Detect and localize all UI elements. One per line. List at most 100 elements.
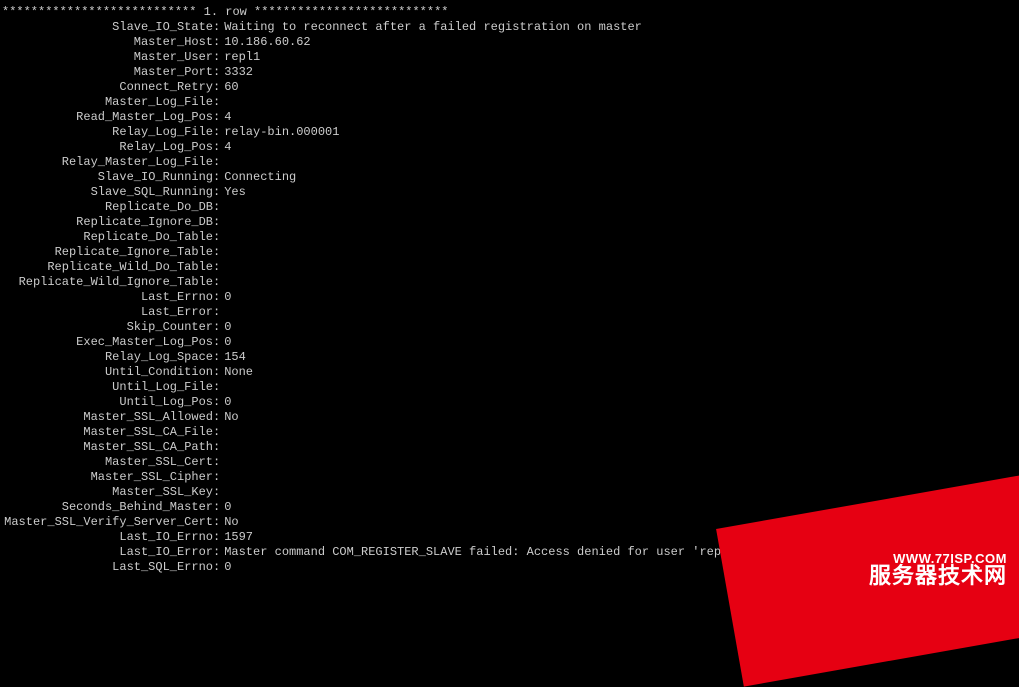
field-value: Waiting to reconnect after a failed regi… xyxy=(220,20,642,34)
field-value: repl1 xyxy=(220,50,260,64)
field-value: 4 xyxy=(220,140,231,154)
field-value xyxy=(220,260,224,274)
field-value: 3332 xyxy=(220,65,253,79)
field-value xyxy=(220,215,224,229)
field-label: Slave_IO_State xyxy=(0,20,213,35)
field-label: Master_SSL_Verify_Server_Cert xyxy=(0,515,213,530)
row-header: *************************** 1. row *****… xyxy=(0,5,1019,20)
status-line: Skip_Counter:0 xyxy=(0,320,1019,335)
field-label: Replicate_Ignore_Table xyxy=(0,245,213,260)
field-value: No xyxy=(220,410,238,424)
field-label: Replicate_Do_DB xyxy=(0,200,213,215)
status-line: Replicate_Wild_Do_Table: xyxy=(0,260,1019,275)
field-label: Master_SSL_Allowed xyxy=(0,410,213,425)
field-value xyxy=(220,440,224,454)
field-label: Relay_Log_Space xyxy=(0,350,213,365)
field-value: relay-bin.000001 xyxy=(220,125,339,139)
status-line: Master_SSL_CA_Path: xyxy=(0,440,1019,455)
field-label: Slave_SQL_Running xyxy=(0,185,213,200)
status-line: Master_Port:3332 xyxy=(0,65,1019,80)
status-line: Relay_Log_File:relay-bin.000001 xyxy=(0,125,1019,140)
field-label: Replicate_Do_Table xyxy=(0,230,213,245)
status-line: Until_Log_File: xyxy=(0,380,1019,395)
field-value: 4 xyxy=(220,110,231,124)
field-value xyxy=(220,275,224,289)
status-line: Master_SSL_Cert: xyxy=(0,455,1019,470)
field-label: Replicate_Wild_Ignore_Table xyxy=(0,275,213,290)
field-label: Exec_Master_Log_Pos xyxy=(0,335,213,350)
field-value xyxy=(220,155,224,169)
field-value xyxy=(220,200,224,214)
field-value xyxy=(220,470,224,484)
field-value: 0 xyxy=(220,395,231,409)
status-line: Replicate_Do_Table: xyxy=(0,230,1019,245)
status-line: Replicate_Ignore_DB: xyxy=(0,215,1019,230)
field-label: Read_Master_Log_Pos xyxy=(0,110,213,125)
status-line: Read_Master_Log_Pos:4 xyxy=(0,110,1019,125)
field-label: Relay_Master_Log_File xyxy=(0,155,213,170)
status-line: Master_User:repl1 xyxy=(0,50,1019,65)
status-line: Replicate_Ignore_Table: xyxy=(0,245,1019,260)
field-label: Master_SSL_Key xyxy=(0,485,213,500)
field-value: None xyxy=(220,365,253,379)
status-line: Relay_Log_Space:154 xyxy=(0,350,1019,365)
field-value: Connecting xyxy=(220,170,296,184)
field-value: No xyxy=(220,515,238,529)
status-line: Master_SSL_Verify_Server_Cert:No xyxy=(0,515,1019,530)
status-line: Connect_Retry:60 xyxy=(0,80,1019,95)
field-value: 60 xyxy=(220,80,238,94)
field-label: Master_Host xyxy=(0,35,213,50)
field-value: 0 xyxy=(220,500,231,514)
field-value: 0 xyxy=(220,560,231,574)
field-value xyxy=(220,230,224,244)
field-value xyxy=(220,305,224,319)
status-line: Slave_IO_State:Waiting to reconnect afte… xyxy=(0,20,1019,35)
field-label: Replicate_Wild_Do_Table xyxy=(0,260,213,275)
field-label: Last_IO_Errno xyxy=(0,530,213,545)
field-label: Last_Errno xyxy=(0,290,213,305)
field-label: Master_SSL_Cert xyxy=(0,455,213,470)
status-line: Seconds_Behind_Master:0 xyxy=(0,500,1019,515)
field-label: Last_IO_Error xyxy=(0,545,213,560)
status-line: Master_SSL_Cipher: xyxy=(0,470,1019,485)
field-label: Master_Log_File xyxy=(0,95,213,110)
status-line: Replicate_Do_DB: xyxy=(0,200,1019,215)
status-line: Last_SQL_Errno:0 xyxy=(0,560,1019,575)
field-label: Seconds_Behind_Master xyxy=(0,500,213,515)
field-value xyxy=(220,425,224,439)
status-line: Until_Condition:None xyxy=(0,365,1019,380)
field-label: Master_SSL_CA_File xyxy=(0,425,213,440)
field-value: 1597 xyxy=(220,530,253,544)
field-value xyxy=(220,455,224,469)
field-value: 0 xyxy=(220,320,231,334)
field-label: Replicate_Ignore_DB xyxy=(0,215,213,230)
field-value: 10.186.60.62 xyxy=(220,35,310,49)
status-line: Master_Log_File: xyxy=(0,95,1019,110)
status-line: Exec_Master_Log_Pos:0 xyxy=(0,335,1019,350)
field-value xyxy=(220,485,224,499)
status-line: Master_SSL_CA_File: xyxy=(0,425,1019,440)
status-line: Master_Host:10.186.60.62 xyxy=(0,35,1019,50)
status-line: Replicate_Wild_Ignore_Table: xyxy=(0,275,1019,290)
field-label: Relay_Log_File xyxy=(0,125,213,140)
field-label: Slave_IO_Running xyxy=(0,170,213,185)
status-line: Last_IO_Errno:1597 xyxy=(0,530,1019,545)
status-line: Master_SSL_Key: xyxy=(0,485,1019,500)
field-label: Until_Log_Pos xyxy=(0,395,213,410)
field-label: Master_SSL_CA_Path xyxy=(0,440,213,455)
field-label: Skip_Counter xyxy=(0,320,213,335)
field-value xyxy=(220,380,224,394)
terminal-output: *************************** 1. row *****… xyxy=(0,5,1019,575)
field-label: Relay_Log_Pos xyxy=(0,140,213,155)
status-line: Last_Error: xyxy=(0,305,1019,320)
field-value: 0 xyxy=(220,290,231,304)
field-value xyxy=(220,245,224,259)
field-label: Master_SSL_Cipher xyxy=(0,470,213,485)
field-label: Master_User xyxy=(0,50,213,65)
status-line: Master_SSL_Allowed:No xyxy=(0,410,1019,425)
field-value: Yes xyxy=(220,185,246,199)
status-line: Slave_SQL_Running:Yes xyxy=(0,185,1019,200)
field-label: Master_Port xyxy=(0,65,213,80)
field-label: Last_SQL_Errno xyxy=(0,560,213,575)
field-label: Last_Error xyxy=(0,305,213,320)
